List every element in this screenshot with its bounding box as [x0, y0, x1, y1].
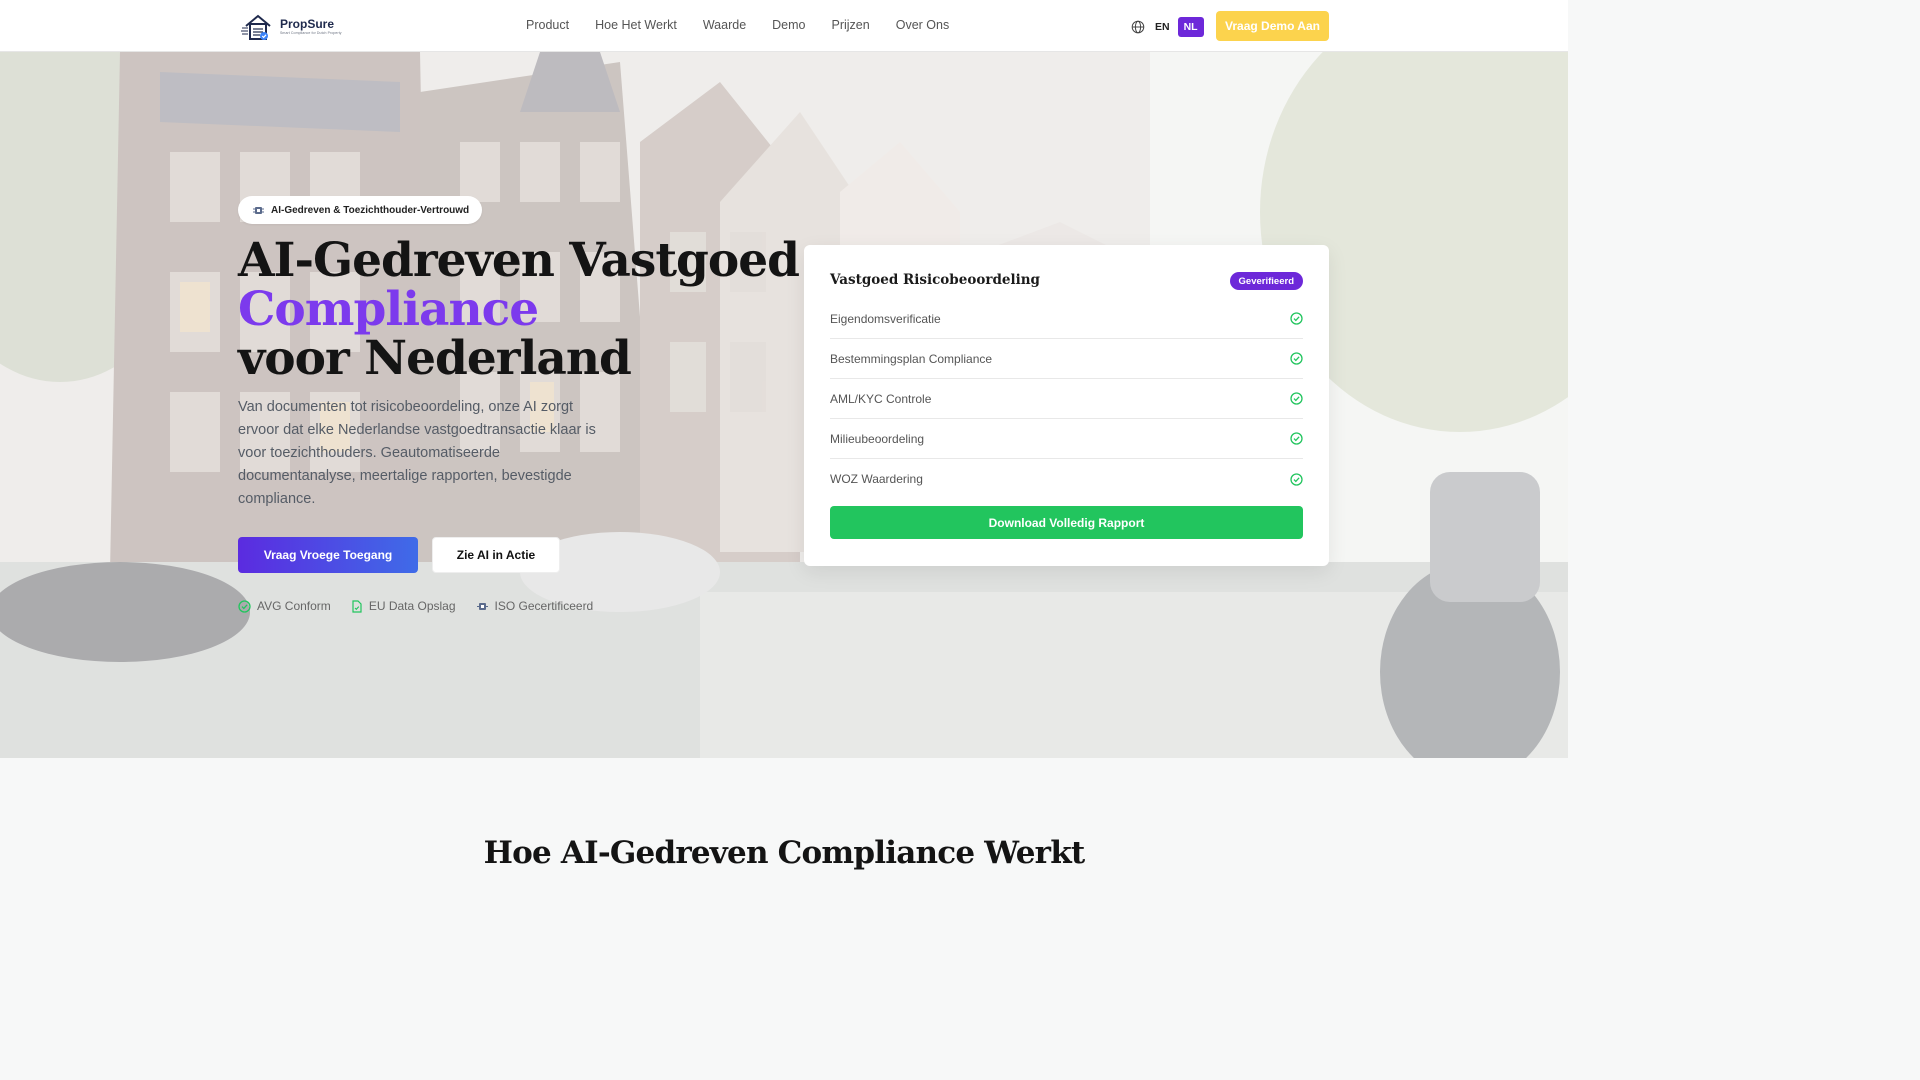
language-nl-button[interactable]: NL [1177, 17, 1204, 37]
hero-overlay [0, 52, 1568, 758]
verified-badge: Geverifieerd [1229, 272, 1303, 290]
logo[interactable]: PropSure Smart Compliance for Dutch Prop… [240, 11, 342, 43]
download-report-button[interactable]: Download Volledig Rapport [830, 506, 1303, 539]
hero-section: AI-Gedreven & Toezichthouder-Vertrouwd A… [0, 52, 1568, 758]
check-label: AML/KYC Controle [830, 391, 932, 406]
check-label: Eigendomsverificatie [830, 311, 941, 326]
ai-chip-icon [253, 206, 264, 214]
check-circle-icon [1290, 472, 1303, 486]
check-circle-icon [1290, 312, 1303, 325]
language-en-button[interactable]: EN [1155, 21, 1170, 33]
check-row: AML/KYC Controle [830, 379, 1303, 419]
hero-description: Van documenten tot risicobeoordeling, on… [238, 399, 596, 507]
card-title: Vastgoed Risicobeoordeling [830, 272, 1040, 288]
request-demo-button[interactable]: Vraag Demo Aan [1216, 11, 1329, 41]
nav-item-demo[interactable]: Demo [772, 18, 805, 32]
early-access-button[interactable]: Vraag Vroege Toegang [238, 537, 418, 573]
check-label: Bestemmingsplan Compliance [830, 351, 993, 366]
check-row: Eigendomsverificatie [830, 299, 1303, 339]
hero-title: AI-Gedreven Vastgoed Compliance voor Ned… [238, 233, 800, 386]
nav-item-how-it-works[interactable]: Hoe Het Werkt [595, 18, 677, 32]
trust-label-iso: ISO Gecertificeerd [494, 599, 594, 613]
risk-assessment-card: Vastgoed Risicobeoordeling Geverifieerd … [804, 245, 1329, 566]
hero-badge-text: AI-Gedreven & Toezichthouder-Vertrouwd [271, 204, 470, 216]
hero-title-line3: voor Nederland [238, 331, 632, 386]
nav-item-about[interactable]: Over Ons [896, 18, 950, 32]
nav-item-value[interactable]: Waarde [703, 18, 746, 32]
check-circle-icon [238, 599, 251, 613]
check-list: Eigendomsverificatie Bestemmingsplan Com… [830, 299, 1303, 499]
trust-item-gdpr: AVG Conform [238, 599, 331, 613]
see-ai-in-action-button[interactable]: Zie AI in Actie [432, 537, 560, 573]
check-row: Bestemmingsplan Compliance [830, 339, 1303, 379]
trust-label-gdpr: AVG Conform [257, 599, 331, 613]
trust-item-iso: ISO Gecertificeerd [476, 599, 594, 613]
hero-title-line1: AI-Gedreven Vastgoed [238, 233, 800, 288]
section-title: Hoe AI-Gedreven Compliance Werkt [483, 835, 1086, 871]
hero-title-accent: Compliance [238, 282, 539, 337]
check-circle-icon [1290, 392, 1303, 405]
logo-icon [241, 14, 271, 40]
main-menu: Product Hoe Het Werkt Waarde Demo Prijze… [526, 18, 949, 32]
certificate-icon [476, 602, 488, 610]
document-icon [352, 599, 362, 613]
top-navigation: PropSure Smart Compliance for Dutch Prop… [0, 0, 1568, 52]
nav-item-pricing[interactable]: Prijzen [832, 18, 870, 32]
check-label: Milieubeoordeling [830, 431, 925, 446]
trust-label-eu-data: EU Data Opslag [368, 599, 456, 613]
globe-icon [1131, 20, 1145, 34]
trust-indicators: AVG Conform EU Data Opslag ISO Gecertifi… [238, 599, 593, 613]
check-circle-icon [1290, 352, 1303, 365]
check-circle-icon [1290, 432, 1303, 445]
brand-tagline: Smart Compliance for Dutch Property [280, 31, 342, 36]
trust-item-eu-data: EU Data Opslag [351, 599, 456, 613]
check-label: WOZ Waardering [830, 472, 923, 486]
brand-name: PropSure [280, 17, 335, 32]
language-switcher: EN NL [1131, 17, 1204, 37]
how-it-works-section: Hoe AI-Gedreven Compliance Werkt [0, 758, 1568, 882]
check-row: WOZ Waardering [830, 459, 1303, 499]
check-row: Milieubeoordeling [830, 419, 1303, 459]
hero-badge: AI-Gedreven & Toezichthouder-Vertrouwd [238, 196, 483, 224]
nav-item-product[interactable]: Product [526, 18, 569, 32]
